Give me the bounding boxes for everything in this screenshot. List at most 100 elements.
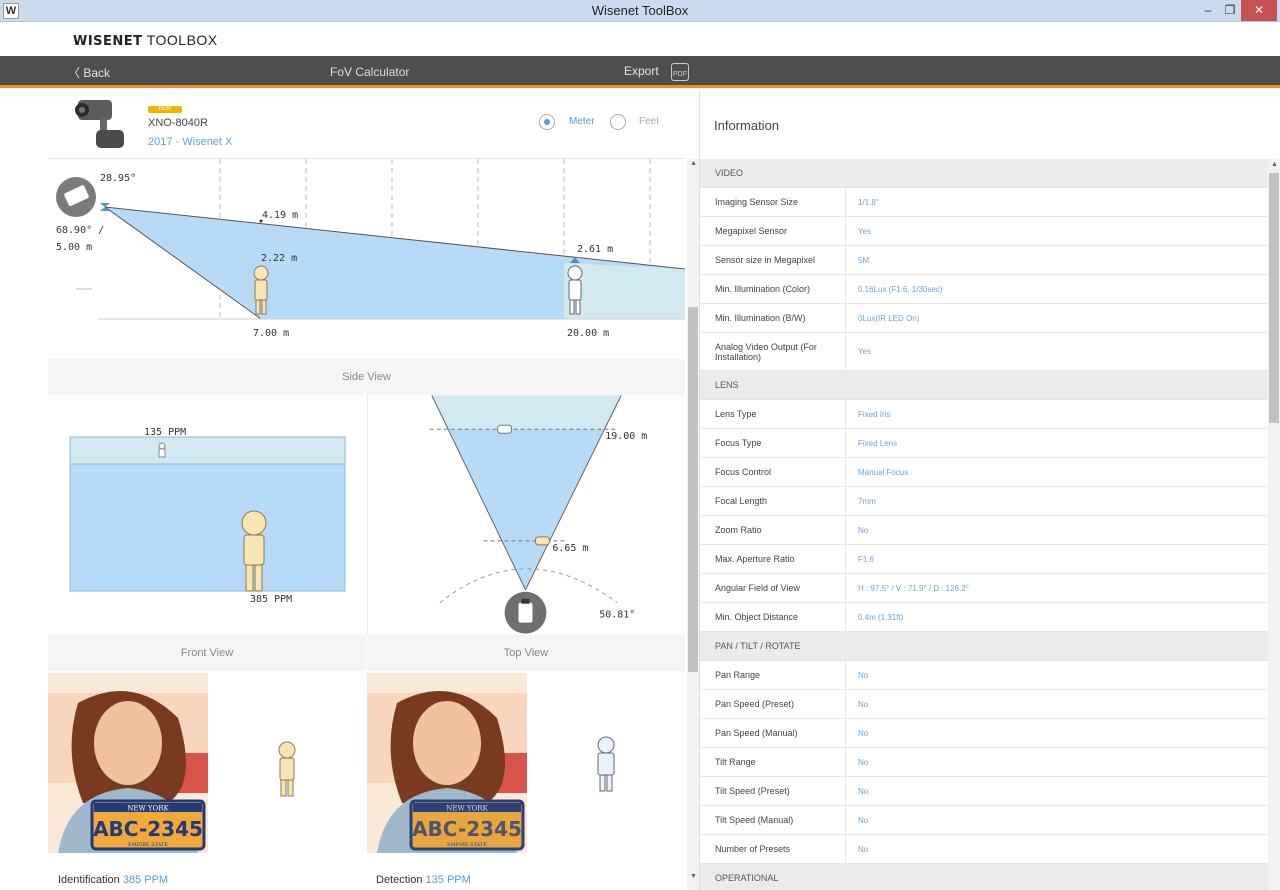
info-value: No [845, 835, 868, 863]
sample-identification-figure [208, 673, 366, 853]
left-scrollbar-thumb[interactable] [688, 307, 698, 672]
info-key: Min. Object Distance [715, 612, 799, 622]
info-value: 7mm [845, 487, 876, 515]
tilt-angle: 28.95° [100, 173, 136, 184]
person-small-icon [158, 442, 166, 458]
info-key: Focal Length [715, 496, 768, 506]
top-view-label: Top View [367, 635, 685, 671]
info-key: Number of Presets [715, 844, 791, 854]
maximize-button[interactable]: ❐ [1219, 0, 1241, 21]
info-row: Analog Video Output (For Installation) Ye… [700, 333, 1268, 371]
info-row: Tilt Range No [700, 748, 1268, 777]
back-button[interactable]: 〈 Back [68, 64, 110, 81]
meter-label[interactable]: Meter [569, 116, 595, 127]
feet-radio[interactable] [610, 114, 626, 130]
wisenet-logo: WISENET TOOLBOX [73, 32, 218, 49]
plate-bottom-text: EMPIRE STATE [447, 842, 487, 848]
info-value: No [845, 661, 868, 689]
ppm-far-text: 135 PPM [144, 427, 186, 438]
chevron-left-icon: 〈 [68, 66, 81, 80]
info-key: Tilt Range [715, 757, 756, 767]
meter-radio[interactable] [539, 114, 555, 130]
plate-top-text: NEW YORK [446, 805, 488, 813]
info-row: Focus Type Fixed Lens [700, 429, 1268, 458]
info-row: Focus Control Manual Focus [700, 458, 1268, 487]
info-value: 1/1.8" [845, 188, 879, 216]
info-value: Manual Focus [845, 458, 908, 486]
scroll-up-icon[interactable]: ▲ [1271, 161, 1278, 168]
info-row: Zoom Ratio No [700, 516, 1268, 545]
hdr-badge: HDR [148, 106, 182, 113]
top-angle: 50.81° [599, 610, 635, 621]
info-row: Tilt Speed (Manual) No [700, 806, 1268, 835]
top-navbar: 〈 Back FoV Calculator Export PDF [0, 56, 1280, 88]
info-row: Pan Range No [700, 661, 1268, 690]
camera-top-icon [504, 591, 547, 634]
window-title: Wisenet ToolBox [591, 3, 689, 18]
top-distance-near: 4.19 m [262, 210, 298, 221]
top-far-distance: 19.00 m [605, 431, 647, 442]
identification-ppm: 385 PPM [122, 874, 169, 886]
info-value: No [845, 516, 868, 544]
scroll-up-icon[interactable]: ▲ [690, 160, 697, 167]
info-value: F1.6 [845, 545, 874, 573]
camera-header: HDR XNO-8040R 2017 - Wisenet X Meter Fee… [48, 91, 685, 159]
detection-caption: Detection 135 PPM [376, 874, 471, 886]
export-button[interactable]: Export [624, 64, 659, 78]
info-key: Pan Range [715, 670, 761, 680]
height-near: 2.22 m [261, 253, 297, 264]
info-key: Sensor size in Megapixel [715, 255, 816, 265]
info-value: Fixed Lens [845, 429, 897, 457]
close-button[interactable]: ✕ [1241, 0, 1277, 21]
info-key: Imaging Sensor Size [715, 197, 799, 207]
camera-image [75, 100, 124, 148]
plate-top-text: NEW YORK [127, 805, 169, 813]
info-value: No [845, 690, 868, 718]
info-value: Fixed Iris [845, 400, 890, 428]
info-key: Lens Type [715, 409, 757, 419]
camera-model: XNO-8040R [148, 117, 208, 129]
front-view-label: Front View [48, 635, 366, 671]
info-row: Focal Length 7mm [700, 487, 1268, 516]
pdf-icon[interactable]: PDF [671, 63, 689, 81]
minimize-button[interactable]: – [1197, 0, 1219, 21]
info-key: Tilt Speed (Preset) [715, 786, 790, 796]
info-value: No [845, 719, 868, 747]
height-far: 2.61 m [577, 244, 613, 255]
page-title: FoV Calculator [330, 65, 410, 79]
right-scrollbar-thumb[interactable] [1269, 173, 1279, 423]
window-titlebar: W Wisenet ToolBox – ❐ ✕ [0, 0, 1280, 22]
info-value: Yes [845, 217, 871, 245]
detection-ppm: 135 PPM [425, 874, 471, 886]
person-detection-icon [597, 736, 615, 792]
feet-label[interactable]: Feet [639, 116, 659, 127]
info-key: Megapixel Sensor [715, 226, 788, 236]
scroll-down-icon[interactable]: ▼ [690, 873, 697, 880]
side-view-label: Side View [48, 359, 685, 395]
person-identification-icon [278, 741, 296, 797]
info-value: H : 97.5° / V : 71.9° / D : 126.2° [845, 574, 969, 602]
info-row: Lens Type Fixed Iris [700, 400, 1268, 429]
side-view-diagram: 28.95° 68.90° / 5.00 m 4.19 m 2.22 m 2.6… [56, 159, 685, 339]
info-key: Max. Aperture Ratio [715, 554, 795, 564]
sample-identification-image: NEW YORK ABC-2345 EMPIRE STATE [48, 673, 208, 853]
identification-caption: Identification 385 PPM [58, 874, 169, 886]
info-row: Max. Aperture Ratio F1.6 [700, 545, 1268, 574]
section-header: PAN / TILT / ROTATE [700, 632, 1268, 661]
info-row: Pan Speed (Manual) No [700, 719, 1268, 748]
info-row: Min. Illumination (Color) 0.16Lux (F1.6, … [700, 275, 1268, 304]
sample-detection-image: NEW YORK ABC-2345 EMPIRE STATE [367, 673, 527, 853]
info-value: No [845, 748, 868, 776]
top-near-distance: 6.65 m [552, 543, 588, 554]
information-panel: Information VIDEO Imaging Sensor Size 1/1.… [700, 91, 1268, 890]
info-row: Angular Field of View H : 97.5° / V : 71.… [700, 574, 1268, 603]
info-key: Zoom Ratio [715, 525, 762, 535]
info-value: No [845, 806, 868, 834]
plate-number-text: ABC-2345 [93, 817, 203, 841]
plate-bottom-text: EMPIRE STATE [128, 842, 168, 848]
info-row: Min. Illumination (B/W) 0Lux(IR LED On) [700, 304, 1268, 333]
info-row: Imaging Sensor Size 1/1.8" [700, 188, 1268, 217]
section-header: LENS [700, 371, 1268, 400]
ground-near: 7.00 m [253, 328, 289, 339]
fov-angle: 68.90° / [56, 225, 104, 236]
